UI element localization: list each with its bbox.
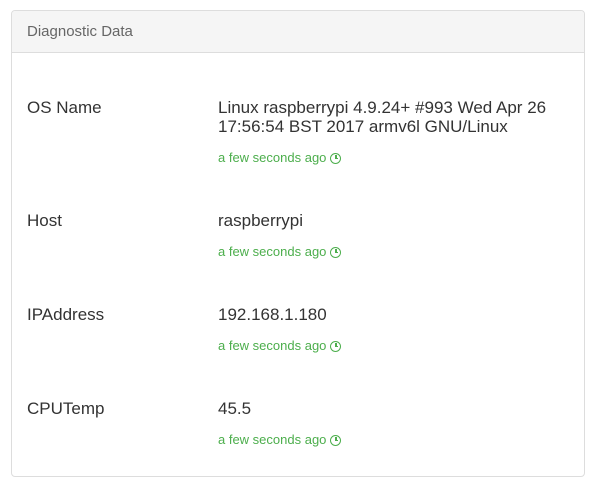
row-timestamp: a few seconds ago xyxy=(218,244,568,260)
row-label: IPAddress xyxy=(27,305,105,324)
diagnostic-data-panel: Diagnostic Data OS Name Linux raspberryp… xyxy=(11,10,585,477)
clock-icon xyxy=(330,434,342,446)
row-value: 192.168.1.180 xyxy=(218,305,327,324)
row-value-block: 45.5 a few seconds ago xyxy=(218,399,568,448)
timestamp-text: a few seconds ago xyxy=(218,338,327,353)
row-value-block: raspberrypi a few seconds ago xyxy=(218,211,568,260)
row-value-block: Linux raspberrypi 4.9.24+ #993 Wed Apr 2… xyxy=(218,98,568,166)
clock-icon xyxy=(330,152,342,164)
row-value-block: 192.168.1.180 a few seconds ago xyxy=(218,305,568,354)
row-timestamp: a few seconds ago xyxy=(218,338,568,354)
row-value: 45.5 xyxy=(218,399,252,418)
row-timestamp: a few seconds ago xyxy=(218,150,568,166)
row-label: OS Name xyxy=(27,98,102,117)
row-label: Host xyxy=(27,211,62,230)
row-label: CPUTemp xyxy=(27,399,105,418)
timestamp-text: a few seconds ago xyxy=(218,432,327,447)
row-timestamp: a few seconds ago xyxy=(218,432,568,448)
row-value: Linux raspberrypi 4.9.24+ #993 Wed Apr 2… xyxy=(218,98,547,136)
panel-heading: Diagnostic Data xyxy=(12,11,584,53)
clock-icon xyxy=(330,246,342,258)
panel-title: Diagnostic Data xyxy=(27,23,133,40)
timestamp-text: a few seconds ago xyxy=(218,150,327,165)
clock-icon xyxy=(330,340,342,352)
timestamp-text: a few seconds ago xyxy=(218,244,327,259)
row-value: raspberrypi xyxy=(218,211,304,230)
